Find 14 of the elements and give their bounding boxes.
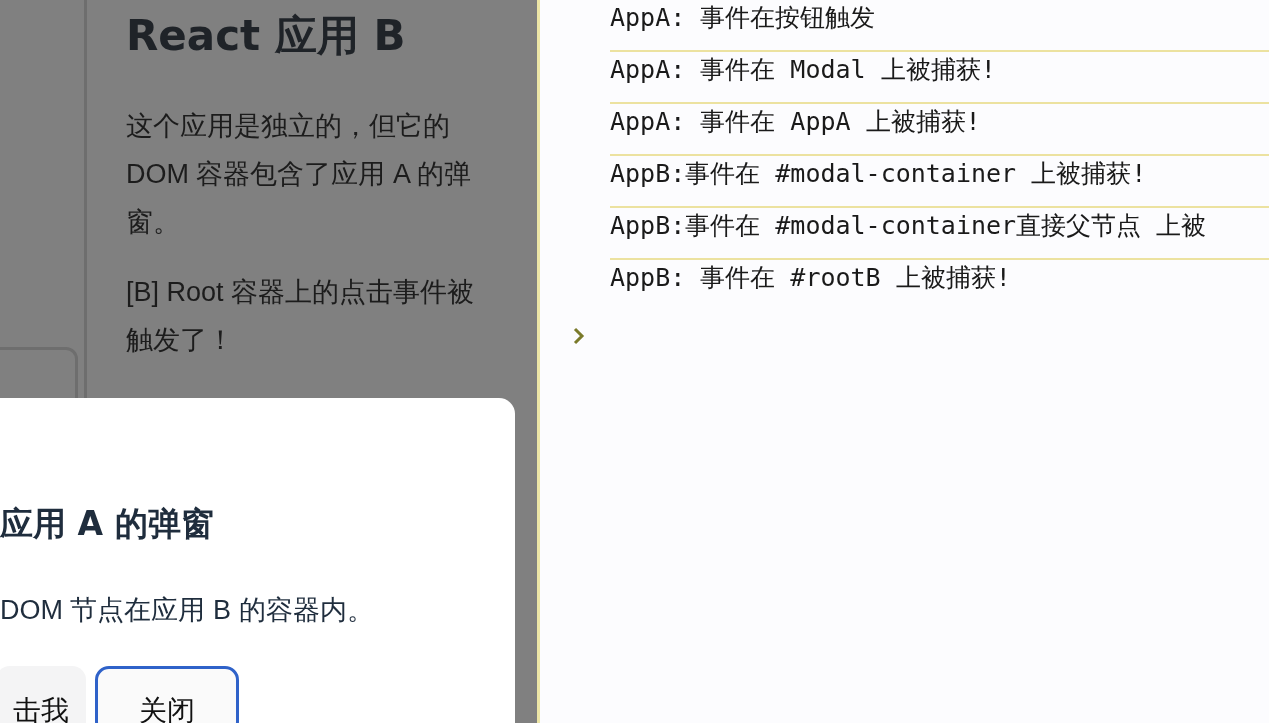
click-button[interactable]: 击我 <box>0 666 86 723</box>
close-button[interactable]: 关闭 <box>95 666 239 723</box>
prompt-chevron-icon <box>572 326 586 346</box>
console-log-line: AppA: 事件在 Modal 上被捕获! <box>610 52 1269 104</box>
modal-text: DOM 节点在应用 B 的容器内。 <box>0 594 375 627</box>
app-b-paragraph: 这个应用是独立的，但它的 DOM 容器包含了应用 A 的弹窗。 <box>126 110 472 239</box>
console-log-line: AppA: 事件在按钮触发 <box>610 0 1269 52</box>
console-log-line: AppA: 事件在 AppA 上被捕获! <box>610 104 1269 156</box>
app-b-title: React 应用 B <box>126 10 407 62</box>
app-b-paragraph: [B] Root 容器上的点击事件被触发了！ <box>126 276 476 357</box>
modal-title: 应用 A 的弹窗 <box>0 503 215 545</box>
console-log-line: AppB: 事件在 #rootB 上被捕获! <box>610 262 1012 294</box>
console-log-line: AppB:事件在 #modal-container 上被捕获! <box>610 156 1269 208</box>
console-log-line: AppB:事件在 #modal-container直接父节点 上被 <box>610 208 1269 260</box>
